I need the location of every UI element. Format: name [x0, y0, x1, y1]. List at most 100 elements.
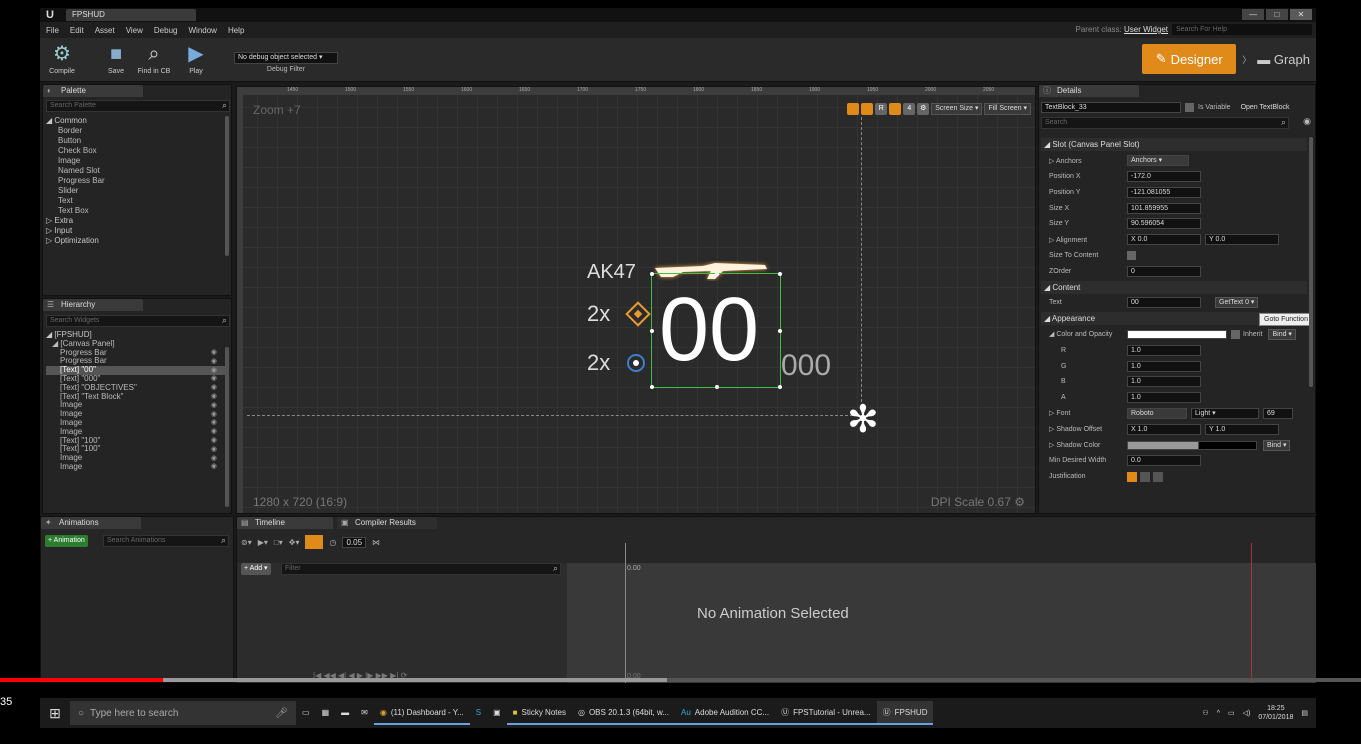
resize-handle[interactable] — [715, 272, 719, 276]
palette-item-named-slot[interactable]: Named Slot — [46, 166, 226, 176]
snap-interval-field[interactable]: 0.05 — [342, 536, 367, 548]
volume-icon[interactable]: ◁) — [1243, 709, 1251, 717]
designer-mode-button[interactable]: ✎ Designer — [1142, 44, 1237, 74]
localize-icon[interactable]: ⚙ — [917, 103, 930, 115]
eye-icon[interactable]: ◉ — [211, 393, 217, 402]
add-track-button[interactable]: + Add ▾ — [241, 563, 271, 575]
animations-search-input[interactable]: Search Animations ⌕ — [103, 535, 229, 547]
palette-tab[interactable]: ◐ Palette — [43, 85, 143, 97]
palette-item-check-box[interactable]: Check Box — [46, 146, 226, 156]
toggle-outline-button[interactable] — [847, 103, 860, 115]
eye-icon[interactable]: ◉ — [211, 411, 217, 420]
hierarchy-tab[interactable]: ☰ Hierarchy — [43, 299, 143, 311]
palette-section-input[interactable]: ▷ Input — [46, 226, 226, 236]
hud-multiplier-b[interactable]: 2x — [587, 350, 610, 376]
resize-handle[interactable] — [778, 385, 782, 389]
timeline-end-marker[interactable] — [1251, 543, 1252, 683]
menu-asset[interactable]: Asset — [95, 26, 115, 35]
hierarchy-search-input[interactable]: Search Widgets ⌕ — [46, 315, 230, 327]
resize-handle[interactable] — [778, 272, 782, 276]
menu-window[interactable]: Window — [188, 26, 216, 35]
eye-icon[interactable]: ◉ — [211, 367, 217, 376]
app-icon[interactable]: ▣ — [487, 701, 507, 725]
menu-debug[interactable]: Debug — [154, 26, 178, 35]
curve-icon[interactable]: ⋈ — [372, 538, 380, 547]
frame-icon[interactable]: □▾ — [274, 538, 283, 547]
help-search-input[interactable]: Search For Help — [1172, 24, 1312, 35]
play-range-icon[interactable]: ▶▾ — [258, 538, 268, 547]
content-section[interactable]: ◢ Content — [1041, 279, 1307, 295]
taskbar-item-obs[interactable]: ◎ OBS 20.1.3 (64bit, w... — [571, 701, 675, 725]
zorder-field[interactable]: 0 — [1127, 265, 1201, 277]
color-g-field[interactable]: 1.0 — [1127, 360, 1201, 372]
gear-icon[interactable]: ⚙ — [1014, 495, 1025, 509]
eye-icon[interactable]: ◉ — [211, 428, 217, 437]
font-family-dropdown[interactable]: Roboto — [1127, 407, 1187, 419]
snap-toggle-button[interactable] — [305, 535, 324, 549]
color-swatch[interactable] — [1127, 329, 1227, 339]
taskbar-item-unreal-2[interactable]: Ⓤ FPSHUD — [876, 701, 934, 725]
menu-view[interactable]: View — [126, 26, 143, 35]
save-button[interactable]: ■ Save — [98, 40, 134, 80]
fill-screen-dropdown[interactable]: Fill Screen ▾ — [984, 103, 1031, 115]
shadow-offset-y-field[interactable]: Y 1.0 — [1205, 423, 1279, 435]
palette-item-text-box[interactable]: Text Box — [46, 206, 226, 216]
eye-icon[interactable]: ◉ — [211, 419, 217, 428]
find-in-cb-button[interactable]: ⌕ Find in CB — [136, 40, 172, 80]
palette-section-extra[interactable]: ▷ Extra — [46, 216, 226, 226]
font-style-dropdown[interactable]: Light ▾ — [1191, 407, 1259, 419]
align-right-button[interactable] — [1153, 471, 1163, 482]
respect-locks-button[interactable]: R — [875, 103, 888, 115]
taskbar-search-input[interactable]: ○ Type here to search 🎤︎ — [70, 701, 296, 725]
palette-item-slider[interactable]: Slider — [46, 186, 226, 196]
shadow-offset-x-field[interactable]: X 1.0 — [1127, 423, 1201, 435]
position-x-field[interactable]: -172.0 — [1127, 170, 1201, 182]
color-bind-button[interactable]: Bind ▾ — [1268, 328, 1296, 340]
palette-item-progress-bar[interactable]: Progress Bar — [46, 176, 226, 186]
resize-handle[interactable] — [778, 329, 782, 333]
menu-help[interactable]: Help — [228, 26, 244, 35]
timeline-tab[interactable]: ▤ Timeline — [237, 517, 333, 529]
transform-icon[interactable]: ✥▾ — [289, 538, 300, 547]
shadow-bind-button[interactable]: Bind ▾ — [1263, 439, 1291, 451]
font-size-field[interactable]: 69 — [1263, 407, 1293, 419]
eye-icon[interactable]: ◉ — [211, 463, 217, 472]
maximize-button[interactable]: □ — [1266, 9, 1288, 20]
size-x-field[interactable]: 101.859955 — [1127, 202, 1201, 214]
microphone-icon[interactable]: 🎤︎ — [275, 708, 288, 719]
resize-handle[interactable] — [650, 329, 654, 333]
video-progress-bar[interactable] — [0, 678, 1361, 682]
details-tab[interactable]: ⓘ Details — [1039, 85, 1139, 97]
resize-handle[interactable] — [650, 385, 654, 389]
position-y-field[interactable]: -121.081055 — [1127, 186, 1201, 198]
skype-icon[interactable]: S — [470, 701, 487, 725]
eye-icon[interactable]: ◉ — [211, 446, 217, 455]
taskbar-item-audition[interactable]: Au Adobe Audition CC... — [675, 701, 776, 725]
screen-size-dropdown[interactable]: Screen Size ▾ — [931, 103, 983, 115]
timeline-playhead[interactable] — [625, 543, 626, 683]
details-search-input[interactable]: Search ⌕ — [1041, 117, 1289, 129]
text-value-field[interactable]: 00 — [1127, 297, 1201, 309]
timeline-filter-input[interactable]: Filter ⌕ — [281, 563, 561, 575]
eye-icon[interactable]: ◉ — [1303, 116, 1311, 127]
parent-class-link[interactable]: User Widget — [1124, 25, 1168, 34]
palette-item-image[interactable]: Image — [46, 156, 226, 166]
document-tab[interactable]: FPSHUD — [66, 9, 196, 21]
eye-icon[interactable]: ◉ — [211, 437, 217, 446]
widget-name-input[interactable]: TextBlock_33 — [1041, 101, 1181, 113]
toggle-grid-button[interactable] — [861, 103, 874, 115]
play-button[interactable]: ▶ Play — [178, 40, 214, 80]
timeline-track-area[interactable]: 0.00 0.00 No Animation Selected — [567, 563, 1316, 683]
clock-icon[interactable]: ◷ — [329, 538, 336, 547]
resize-handle[interactable] — [715, 385, 719, 389]
network-icon[interactable]: ▭ — [1228, 709, 1235, 717]
task-view-icon[interactable]: ▭ — [296, 701, 316, 725]
hierarchy-scrollbar[interactable] — [225, 347, 229, 507]
shadow-color-swatch[interactable] — [1127, 440, 1257, 450]
color-b-field[interactable]: 1.0 — [1127, 376, 1201, 388]
graph-mode-button[interactable]: ▬ Graph — [1257, 52, 1310, 67]
snap-button[interactable] — [889, 103, 902, 115]
minimize-button[interactable]: — — [1242, 9, 1264, 20]
taskbar-item-unreal-1[interactable]: Ⓤ FPSTutorial - Unrea... — [775, 701, 877, 725]
palette-search-input[interactable]: Search Palette ⌕ — [46, 100, 230, 112]
